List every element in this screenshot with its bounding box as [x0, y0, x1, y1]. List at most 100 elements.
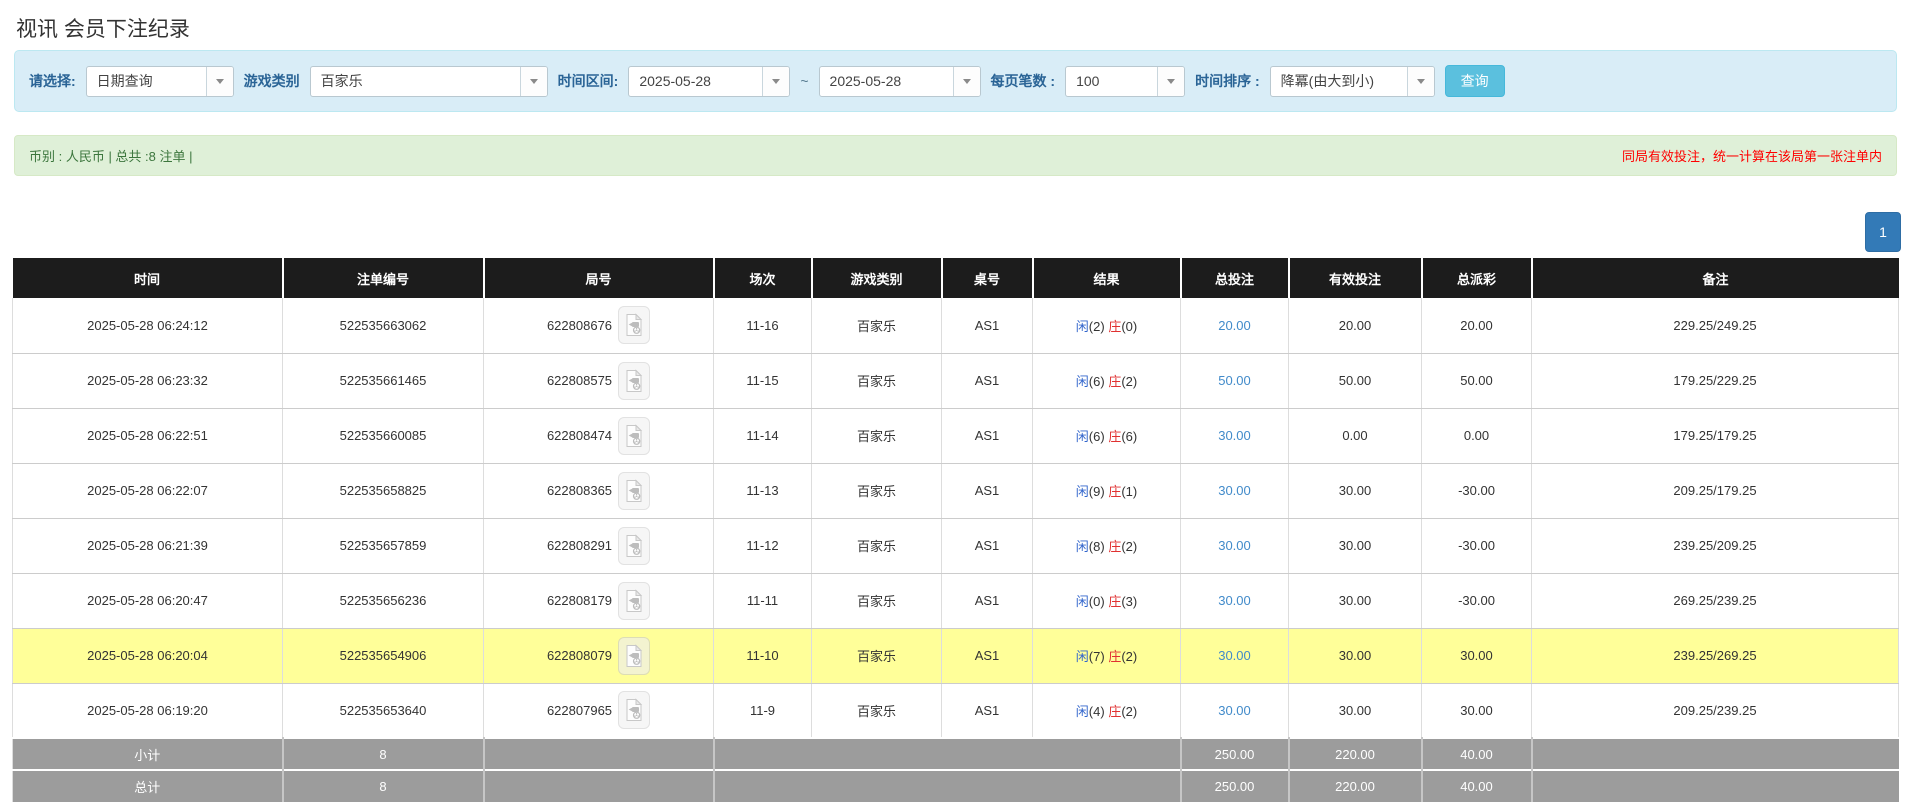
cell-bet-id: 522535654906 — [283, 628, 484, 683]
chevron-down-icon[interactable] — [520, 67, 547, 96]
column-header: 游戏类别 — [812, 258, 942, 298]
table-header-row: 时间注单编号局号场次游戏类别桌号结果总投注有效投注总派彩备注 — [13, 258, 1899, 298]
video-replay-button[interactable] — [618, 472, 650, 510]
page-1-button[interactable]: 1 — [1865, 212, 1901, 252]
video-replay-button[interactable] — [618, 637, 650, 675]
cell-time: 2025-05-28 06:20:04 — [13, 628, 283, 683]
round-id: 622808474 — [547, 428, 612, 443]
select-type-label: 请选择: — [29, 71, 76, 91]
filter-panel: 请选择: 日期查询 游戏类别 百家乐 时间区间: 2025-05-28 ~ 20… — [14, 50, 1897, 112]
cell-valid-bet: 30.00 — [1289, 573, 1422, 628]
cell-round: 622808575 — [484, 353, 714, 408]
cell-table-no: AS1 — [942, 408, 1033, 463]
column-header: 备注 — [1532, 258, 1899, 298]
video-replay-button[interactable] — [618, 306, 650, 344]
video-replay-button[interactable] — [618, 362, 650, 400]
result-banker-count: (2) — [1121, 649, 1137, 664]
cell-payout: 30.00 — [1422, 683, 1532, 738]
round-id: 622808365 — [547, 483, 612, 498]
cell-valid-bet: 30.00 — [1289, 463, 1422, 518]
cell-game: 百家乐 — [812, 408, 942, 463]
cell-time: 2025-05-28 06:19:20 — [13, 683, 283, 738]
cell-result: 闲(8) 庄(2) — [1033, 518, 1181, 573]
total-bet-link[interactable]: 30.00 — [1218, 648, 1251, 663]
cell-remark: 239.25/209.25 — [1532, 518, 1899, 573]
cell-payout: 0.00 — [1422, 408, 1532, 463]
chevron-down-icon[interactable] — [1407, 67, 1434, 96]
cell-time: 2025-05-28 06:22:07 — [13, 463, 283, 518]
total-bet-link[interactable]: 30.00 — [1218, 428, 1251, 443]
cell-valid-bet: 50.00 — [1289, 353, 1422, 408]
round-id: 622807965 — [547, 703, 612, 718]
video-file-icon — [624, 424, 644, 448]
result-player-label: 闲 — [1076, 484, 1089, 499]
column-header: 局号 — [484, 258, 714, 298]
cell-remark: 239.25/269.25 — [1532, 628, 1899, 683]
cell-valid-bet: 20.00 — [1289, 298, 1422, 353]
total-bet-link[interactable]: 30.00 — [1218, 703, 1251, 718]
total-bet-link[interactable]: 30.00 — [1218, 483, 1251, 498]
summary-count: 8 — [283, 770, 484, 802]
total-bet-link[interactable]: 50.00 — [1218, 373, 1251, 388]
cell-result: 闲(4) 庄(2) — [1033, 683, 1181, 738]
cell-game: 百家乐 — [812, 353, 942, 408]
cell-valid-bet: 30.00 — [1289, 683, 1422, 738]
video-replay-button[interactable] — [618, 417, 650, 455]
cell-valid-bet: 30.00 — [1289, 518, 1422, 573]
result-banker-count: (6) — [1121, 429, 1137, 444]
video-replay-button[interactable] — [618, 582, 650, 620]
time-sort-select[interactable]: 降冪(由大到小) — [1270, 66, 1435, 97]
page-size-select[interactable]: 100 — [1065, 66, 1185, 97]
table-row: 2025-05-28 06:20:47 522535656236 6228081… — [13, 573, 1899, 628]
cell-game: 百家乐 — [812, 463, 942, 518]
game-type-select[interactable]: 百家乐 — [310, 66, 548, 97]
column-header: 桌号 — [942, 258, 1033, 298]
search-button[interactable]: 查询 — [1445, 65, 1505, 97]
cell-result: 闲(9) 庄(1) — [1033, 463, 1181, 518]
cell-total-bet: 30.00 — [1181, 683, 1289, 738]
date-to-select[interactable]: 2025-05-28 — [819, 66, 981, 97]
query-type-select[interactable]: 日期查询 — [86, 66, 234, 97]
chevron-down-icon[interactable] — [1157, 67, 1184, 96]
summary-total-bet: 250.00 — [1181, 770, 1289, 802]
summary-row: 小计 8 250.00 220.00 40.00 — [13, 738, 1899, 770]
round-id: 622808575 — [547, 373, 612, 388]
column-header: 注单编号 — [283, 258, 484, 298]
chevron-down-icon[interactable] — [762, 67, 789, 96]
cell-total-bet: 30.00 — [1181, 573, 1289, 628]
date-from-select[interactable]: 2025-05-28 — [628, 66, 790, 97]
game-type-value: 百家乐 — [311, 67, 520, 96]
total-bet-link[interactable]: 30.00 — [1218, 538, 1251, 553]
cell-remark: 179.25/229.25 — [1532, 353, 1899, 408]
summary-label: 小计 — [13, 738, 283, 770]
table-row: 2025-05-28 06:20:04 522535654906 6228080… — [13, 628, 1899, 683]
total-bet-link[interactable]: 30.00 — [1218, 593, 1251, 608]
cell-table-no: AS1 — [942, 518, 1033, 573]
cell-round: 622808291 — [484, 518, 714, 573]
time-sort-value: 降冪(由大到小) — [1271, 67, 1407, 96]
cell-game: 百家乐 — [812, 573, 942, 628]
table-row: 2025-05-28 06:19:20 522535653640 6228079… — [13, 683, 1899, 738]
table-row: 2025-05-28 06:24:12 522535663062 6228086… — [13, 298, 1899, 353]
cell-table-no: AS1 — [942, 573, 1033, 628]
result-banker-label: 庄 — [1108, 374, 1121, 389]
video-file-icon — [624, 369, 644, 393]
cell-session: 11-9 — [714, 683, 812, 738]
cell-table-no: AS1 — [942, 683, 1033, 738]
video-replay-button[interactable] — [618, 527, 650, 565]
video-file-icon — [624, 698, 644, 722]
result-player-count: (0) — [1089, 594, 1105, 609]
table-row: 2025-05-28 06:22:51 522535660085 6228084… — [13, 408, 1899, 463]
total-bet-link[interactable]: 20.00 — [1218, 318, 1251, 333]
records-table: 时间注单编号局号场次游戏类别桌号结果总投注有效投注总派彩备注 2025-05-2… — [12, 258, 1899, 802]
result-player-count: (8) — [1089, 539, 1105, 554]
chevron-down-icon[interactable] — [206, 67, 233, 96]
cell-time: 2025-05-28 06:23:32 — [13, 353, 283, 408]
time-sort-label: 时间排序 : — [1195, 71, 1260, 91]
column-header: 场次 — [714, 258, 812, 298]
page-title: 视讯 会员下注纪录 — [0, 0, 1911, 50]
chevron-down-icon[interactable] — [953, 67, 980, 96]
video-replay-button[interactable] — [618, 691, 650, 729]
cell-payout: -30.00 — [1422, 518, 1532, 573]
cell-bet-id: 522535660085 — [283, 408, 484, 463]
